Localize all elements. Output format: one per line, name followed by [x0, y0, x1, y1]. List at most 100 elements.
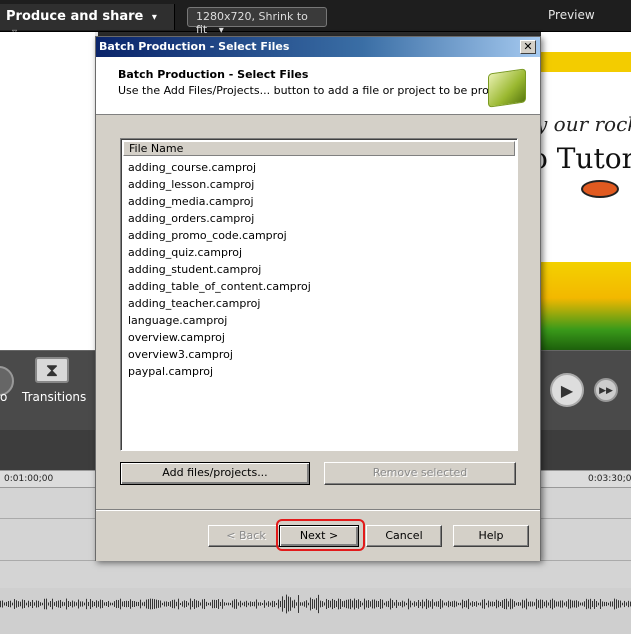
waveform-bar: [288, 596, 289, 612]
waveform-bar: [128, 601, 129, 607]
produce-and-share-button[interactable]: Produce and share ▾ ▿: [0, 4, 175, 38]
waveform-bar: [200, 602, 201, 606]
waveform-bar: [578, 601, 579, 607]
waveform-bar: [366, 600, 367, 608]
file-list-item[interactable]: adding_table_of_content.camproj: [128, 278, 508, 295]
preview-grass-graphic: [541, 262, 631, 350]
file-list-item[interactable]: adding_teacher.camproj: [128, 295, 508, 312]
size-select[interactable]: 1280x720, Shrink to fit ▾: [187, 7, 327, 36]
size-select-value: 1280x720, Shrink to fit: [196, 10, 308, 36]
waveform-bar: [466, 600, 467, 608]
tool-label-transitions[interactable]: Transitions: [22, 390, 86, 404]
wizard-header-title: Batch Production - Select Files: [118, 68, 309, 81]
file-list-item[interactable]: adding_promo_code.camproj: [128, 227, 508, 244]
waveform-bar: [22, 599, 23, 609]
file-list-item[interactable]: paypal.camproj: [128, 363, 508, 380]
waveform-bar: [270, 602, 271, 606]
cancel-button[interactable]: Cancel: [366, 525, 442, 547]
play-button[interactable]: ▶: [550, 373, 584, 407]
close-button[interactable]: ✕: [520, 40, 536, 54]
add-files-button[interactable]: Add files/projects...: [120, 462, 310, 485]
waveform-bar: [574, 600, 575, 608]
waveform-bar: [228, 602, 229, 606]
waveform-bar: [264, 600, 265, 608]
waveform-bar: [614, 598, 615, 610]
help-button[interactable]: Help: [453, 525, 529, 547]
waveform-bar: [60, 599, 61, 609]
waveform-bar: [542, 599, 543, 609]
file-list-item[interactable]: adding_student.camproj: [128, 261, 508, 278]
chevron-down-icon: ▾: [151, 12, 157, 23]
waveform-bar: [424, 601, 425, 607]
waveform-bar: [94, 601, 95, 607]
file-list-item[interactable]: adding_course.camproj: [128, 159, 508, 176]
file-list-item[interactable]: adding_orders.camproj: [128, 210, 508, 227]
waveform-bar: [202, 599, 203, 609]
waveform-bar: [254, 601, 255, 607]
waveform-bar: [452, 601, 453, 607]
waveform-bar: [126, 600, 127, 608]
waveform-bar: [260, 602, 261, 606]
dialog-title-bar[interactable]: Batch Production - Select Files ✕: [96, 37, 540, 57]
waveform-bar: [548, 602, 549, 606]
waveform-bar: [124, 601, 125, 607]
waveform-bar: [498, 600, 499, 608]
waveform-bar: [478, 602, 479, 606]
waveform-bar: [184, 600, 185, 608]
waveform-bar: [192, 600, 193, 608]
waveform-bar: [96, 600, 97, 608]
fast-forward-button[interactable]: ▶▶: [594, 378, 618, 402]
waveform-bar: [64, 602, 65, 606]
file-list-item[interactable]: adding_media.camproj: [128, 193, 508, 210]
waveform-bar: [388, 600, 389, 608]
waveform-bar: [76, 602, 77, 606]
file-name-column-header[interactable]: File Name: [123, 141, 515, 156]
waveform-bar: [246, 600, 247, 608]
back-button[interactable]: < Back: [208, 525, 284, 547]
file-list-item[interactable]: adding_lesson.camproj: [128, 176, 508, 193]
file-list[interactable]: File Name adding_course.camproj adding_le…: [120, 138, 518, 451]
waveform-bar: [534, 602, 535, 606]
waveform-bar: [606, 601, 607, 607]
waveform-bar: [554, 600, 555, 608]
waveform-bar: [160, 600, 161, 608]
waveform-bar: [44, 598, 45, 610]
waveform-bar: [350, 598, 351, 610]
waveform-bar: [390, 598, 391, 610]
waveform-bar: [12, 602, 13, 606]
waveform-bar: [492, 601, 493, 607]
audio-waveform[interactable]: [0, 588, 631, 634]
wizard-header-subtitle: Use the Add Files/Projects... button to …: [118, 84, 527, 97]
waveform-bar: [312, 599, 313, 609]
waveform-bar: [14, 599, 15, 609]
waveform-bar: [338, 598, 339, 610]
waveform-bar: [378, 601, 379, 607]
waveform-bar: [360, 601, 361, 607]
transitions-icon[interactable]: ⧗: [35, 357, 69, 383]
waveform-bar: [170, 601, 171, 607]
file-list-item[interactable]: language.camproj: [128, 312, 508, 329]
waveform-bar: [504, 599, 505, 609]
waveform-bar: [196, 600, 197, 608]
batch-production-dialog: Batch Production - Select Files ✕ Batch …: [95, 36, 541, 561]
waveform-bar: [238, 602, 239, 606]
file-list-item[interactable]: overview3.camproj: [128, 346, 508, 363]
waveform-bar: [222, 599, 223, 609]
waveform-bar: [440, 598, 441, 610]
waveform-bar: [174, 599, 175, 609]
waveform-bar: [82, 601, 83, 607]
file-list-item[interactable]: overview.camproj: [128, 329, 508, 346]
waveform-bar: [38, 600, 39, 608]
waveform-bar: [74, 601, 75, 607]
waveform-bar: [210, 602, 211, 606]
waveform-bar: [446, 602, 447, 606]
waveform-bar: [416, 602, 417, 606]
file-list-item[interactable]: adding_quiz.camproj: [128, 244, 508, 261]
tool-label-clip[interactable]: o: [0, 390, 7, 404]
waveform-bar: [510, 598, 511, 610]
waveform-bar: [296, 602, 297, 606]
remove-selected-button[interactable]: Remove selected: [324, 462, 516, 485]
waveform-bar: [146, 599, 147, 609]
waveform-bar: [180, 602, 181, 606]
waveform-bar: [106, 601, 107, 607]
